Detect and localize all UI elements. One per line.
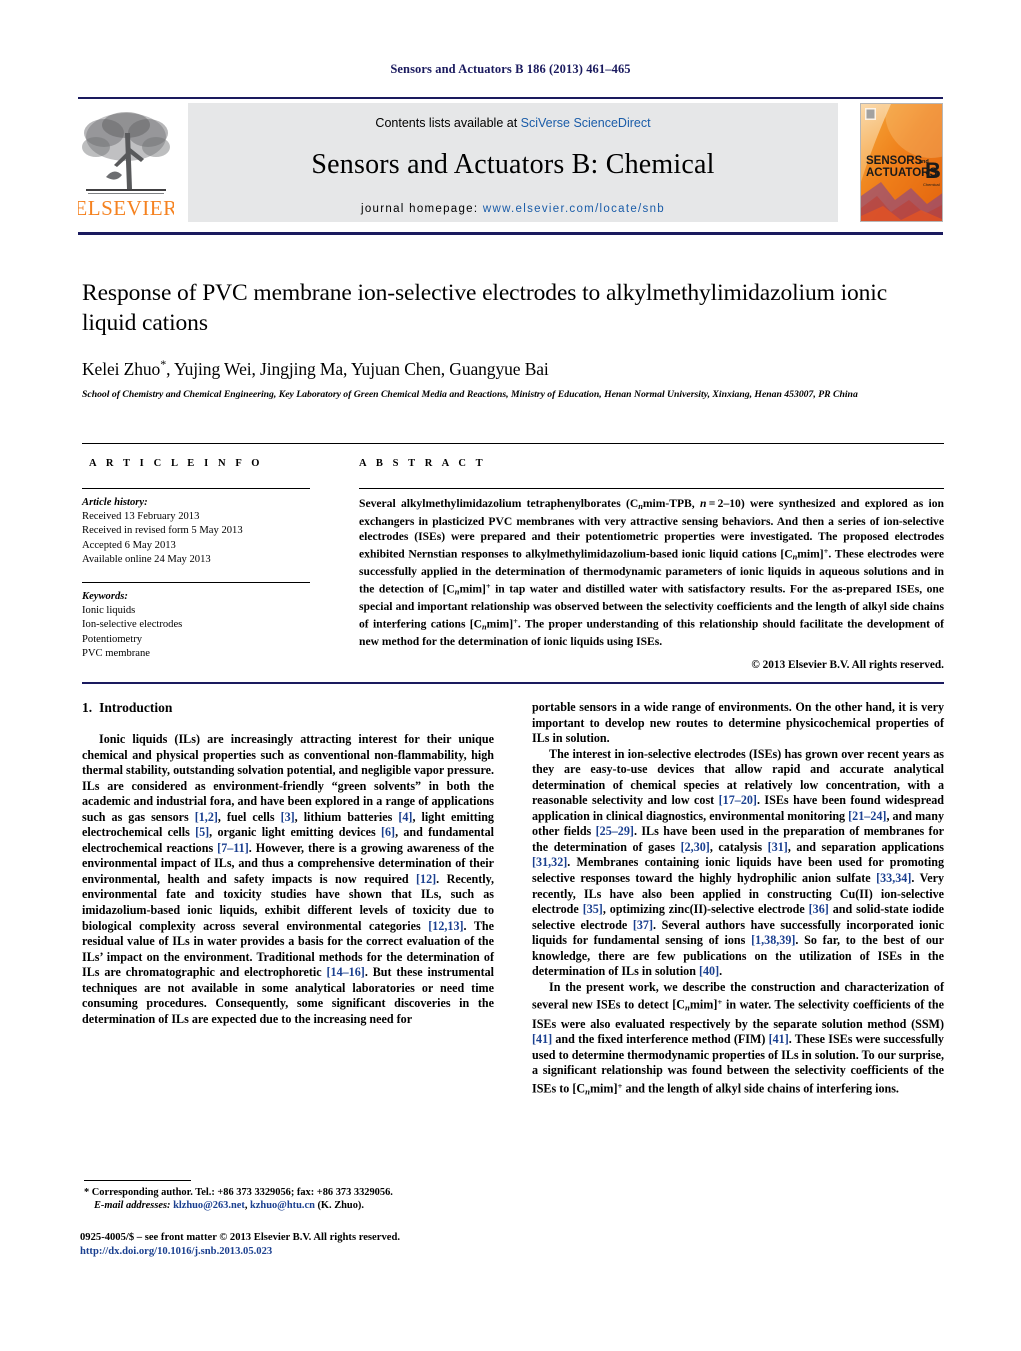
- section-number: 1.: [82, 700, 93, 715]
- intro-paragraph-1: Ionic liquids (ILs) are increasingly att…: [82, 732, 494, 1026]
- journal-masthead: ELSEVIER Contents lists available at Sci…: [74, 103, 943, 222]
- abstract-text: Several alkylmethylimidazolium tetraphen…: [359, 497, 944, 649]
- paper-page: Sensors and Actuators B 186 (2013) 461–4…: [0, 0, 1021, 1351]
- svg-text:SENSORS: SENSORS: [866, 155, 923, 167]
- info-bottom-rule: [82, 682, 944, 684]
- keywords-label: Keywords:: [82, 591, 128, 603]
- history-item: Available online 24 May 2013: [82, 553, 211, 565]
- journal-homepage-line: journal homepage: www.elsevier.com/locat…: [188, 203, 838, 215]
- history-item: Accepted 6 May 2013: [82, 539, 176, 551]
- masthead-banner: Contents lists available at SciVerse Sci…: [188, 103, 838, 222]
- keyword-item: Ion-selective electrodes: [82, 619, 183, 631]
- email-line: E-mail addresses: klzhuo@263.net, kzhuo@…: [94, 1200, 364, 1212]
- section-heading: Introduction: [99, 700, 173, 715]
- sciencedirect-link[interactable]: SciVerse ScienceDirect: [521, 116, 651, 130]
- section-title-introduction: 1. Introduction: [82, 700, 494, 716]
- running-head: Sensors and Actuators B 186 (2013) 461–4…: [390, 62, 631, 76]
- homepage-label: journal homepage:: [361, 203, 479, 215]
- keyword-item: PVC membrane: [82, 647, 150, 659]
- article-info-heading: A R T I C L E I N F O: [89, 458, 264, 469]
- abstract-copyright: © 2013 Elsevier B.V. All rights reserved…: [751, 658, 944, 671]
- article-info-column: Article history: Received 13 February 20…: [82, 488, 314, 661]
- body-column-right: portable sensors in a wide range of envi…: [532, 700, 944, 1100]
- email-address-2[interactable]: kzhuo@htu.cn: [250, 1200, 315, 1211]
- svg-text:Chemical: Chemical: [923, 182, 940, 187]
- corresponding-author-footnote: * Corresponding author. Tel.: +86 373 33…: [84, 1186, 504, 1212]
- email-address-1[interactable]: klzhuo@263.net: [173, 1200, 245, 1211]
- footnote-rule: [84, 1180, 191, 1181]
- contents-prefix: Contents lists available at: [375, 116, 521, 130]
- article-title: Response of PVC membrane ion-selective e…: [82, 280, 888, 336]
- contents-available-line: Contents lists available at SciVerse Sci…: [188, 116, 838, 130]
- intro-paragraph-1-continued: portable sensors in a wide range of envi…: [532, 700, 944, 746]
- abstract-rule: [359, 488, 944, 489]
- journal-title: Sensors and Actuators B: Chemical: [311, 149, 715, 180]
- email-owner: (K. Zhuo).: [317, 1200, 364, 1212]
- email-label: E-mail addresses:: [94, 1200, 171, 1212]
- keywords-rule: [82, 582, 310, 584]
- keyword-item: Potentiometry: [82, 633, 143, 645]
- title-block: Response of PVC membrane ion-selective e…: [82, 278, 944, 401]
- article-history-label: Article history:: [82, 497, 148, 508]
- history-item: Received 13 February 2013: [82, 511, 200, 523]
- masthead-bottom-rule: [78, 232, 943, 235]
- masthead-top-rule: [78, 97, 943, 99]
- abstract-heading: A B S T R A C T: [359, 458, 487, 469]
- corresponding-author-line: * Corresponding author. Tel.: +86 373 33…: [84, 1187, 393, 1198]
- article-history: Article history: Received 13 February 20…: [82, 496, 314, 567]
- affiliation: School of Chemistry and Chemical Enginee…: [82, 388, 858, 400]
- intro-paragraph-2: The interest in ion-selective electrodes…: [532, 746, 945, 979]
- journal-cover-thumbnail: SENSORS and ACTUATORS B Chemical: [860, 103, 943, 222]
- issn-copyright-line: 0925-4005/$ – see front matter © 2013 El…: [80, 1232, 400, 1243]
- body-column-left: 1. Introduction Ionic liquids (ILs) are i…: [82, 700, 494, 1027]
- svg-text:ELSEVIER: ELSEVIER: [78, 196, 174, 220]
- history-item: Received in revised form 5 May 2013: [82, 525, 243, 537]
- author-names: Kelei Zhuo*, Yujing Wei, Jingjing Ma, Yu…: [82, 357, 549, 379]
- elsevier-logo: ELSEVIER: [74, 103, 177, 222]
- doi-link[interactable]: http://dx.doi.org/10.1016/j.snb.2013.05.…: [80, 1245, 580, 1259]
- abstract-column: Several alkylmethylimidazolium tetraphen…: [359, 488, 944, 671]
- keyword-item: Ionic liquids: [82, 605, 136, 617]
- author-list: Kelei Zhuo*, Yujing Wei, Jingjing Ma, Yu…: [82, 357, 944, 380]
- keywords-block: Keywords: Ionic liquids Ion-selective el…: [82, 590, 314, 661]
- svg-text:B: B: [925, 158, 941, 183]
- intro-paragraph-3: In the present work, we describe the con…: [532, 979, 944, 1097]
- homepage-url[interactable]: www.elsevier.com/locate/snb: [483, 203, 665, 215]
- info-top-rule: [82, 443, 944, 444]
- imprint-block: 0925-4005/$ – see front matter © 2013 El…: [80, 1231, 580, 1259]
- article-info-rule: [82, 488, 310, 489]
- corresponding-author-marker: *: [160, 357, 167, 371]
